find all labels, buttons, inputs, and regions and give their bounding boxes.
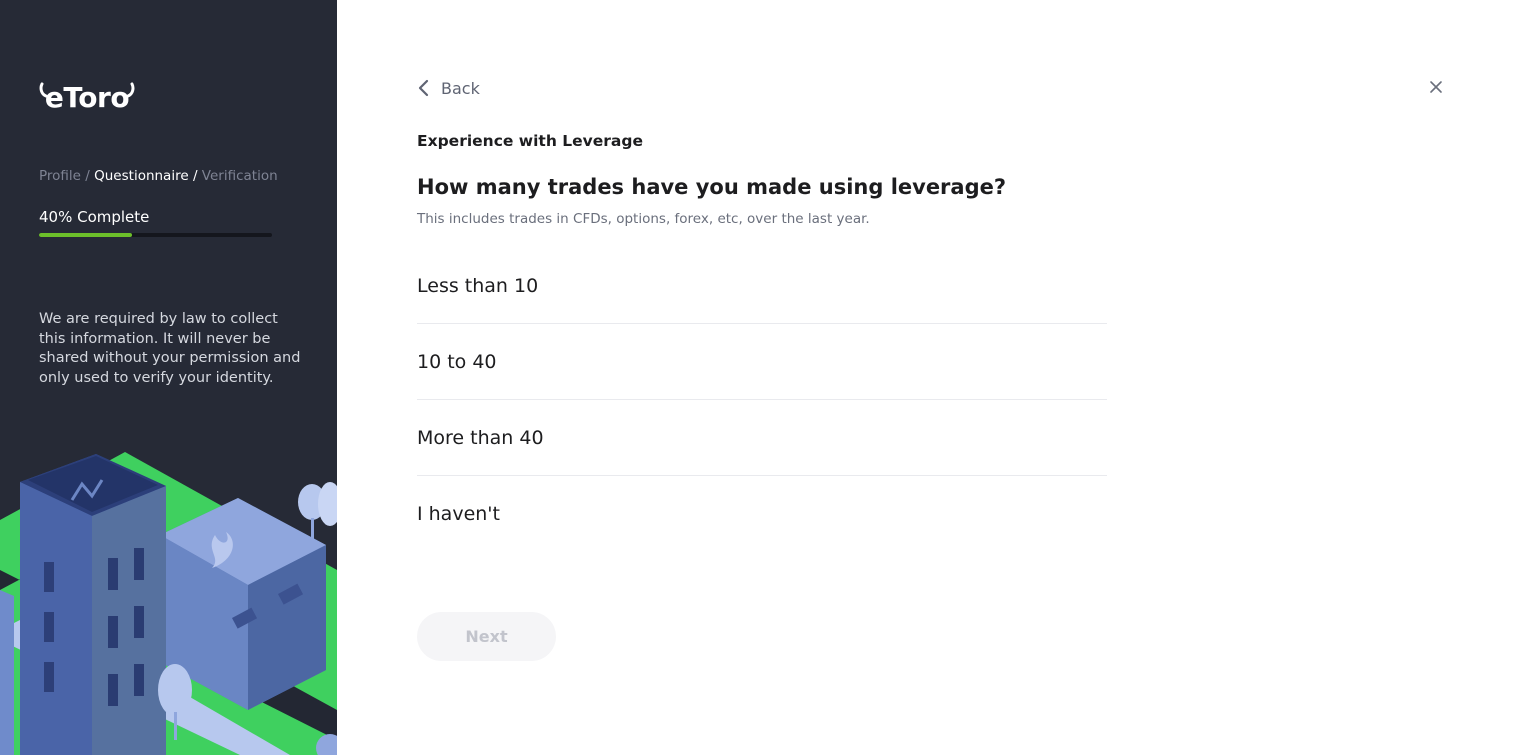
city-illustration	[0, 452, 337, 755]
questionnaire-panel: Back Experience with Leverage How many t…	[337, 0, 1520, 755]
step-profile: Profile	[39, 168, 81, 184]
back-label: Back	[441, 78, 480, 98]
close-button[interactable]	[1425, 76, 1447, 98]
close-icon	[1430, 81, 1442, 93]
back-button[interactable]: Back	[417, 76, 480, 100]
progress-label: 40% Complete	[39, 208, 150, 226]
option-i-havent[interactable]: I haven't	[417, 476, 1107, 552]
sidebar: eToro Profile / Questionnaire / Verifica…	[0, 0, 337, 755]
step-verification: Verification	[201, 168, 278, 184]
step-questionnaire: Questionnaire	[94, 168, 189, 184]
step-separator: /	[80, 168, 95, 184]
answer-options: Less than 10 10 to 40 More than 40 I hav…	[417, 248, 1107, 552]
progress-bar	[39, 233, 272, 237]
legal-notice: We are required by law to collect this i…	[39, 311, 301, 386]
svg-text:eToro: eToro	[45, 81, 129, 114]
section-title: Experience with Leverage	[417, 132, 643, 150]
chevron-left-icon	[418, 79, 429, 97]
question-title: How many trades have you made using leve…	[417, 175, 1007, 199]
option-more-than-40[interactable]: More than 40	[417, 400, 1107, 476]
option-less-than-10[interactable]: Less than 10	[417, 248, 1107, 324]
question-hint: This includes trades in CFDs, options, f…	[417, 211, 870, 227]
step-breadcrumb: Profile / Questionnaire / Verification	[39, 168, 278, 184]
next-button[interactable]: Next	[417, 612, 556, 661]
option-10-to-40[interactable]: 10 to 40	[417, 324, 1107, 400]
etoro-logo: eToro	[39, 81, 135, 114]
progress-fill	[39, 233, 133, 237]
step-separator: /	[188, 168, 202, 184]
